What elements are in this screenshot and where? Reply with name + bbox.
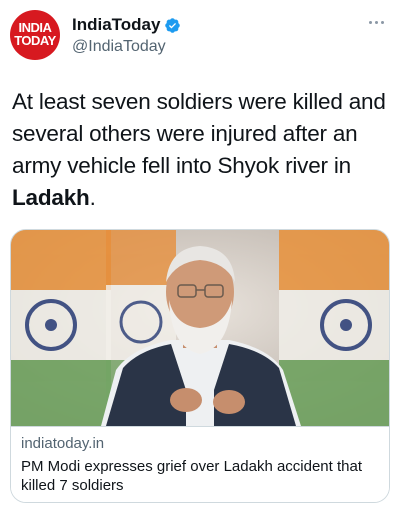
card-meta: indiatoday.in PM Modi expresses grief ov… bbox=[11, 426, 389, 502]
avatar[interactable]: INDIA TODAY bbox=[10, 10, 60, 60]
more-dot bbox=[374, 20, 378, 24]
tweet-text-hashtag-word: Ladakh bbox=[12, 185, 90, 210]
verified-badge-icon bbox=[165, 17, 181, 33]
avatar-logo-line2: TODAY bbox=[14, 33, 56, 48]
more-dot bbox=[368, 20, 372, 24]
card-title[interactable]: PM Modi expresses grief over Ladakh acci… bbox=[21, 457, 381, 495]
flag-right bbox=[279, 230, 389, 426]
card-domain[interactable]: indiatoday.in bbox=[21, 435, 104, 452]
tweet-header: INDIA TODAY IndiaToday @IndiaToday bbox=[10, 10, 390, 66]
tweet-text: At least seven soldiers were killed and … bbox=[12, 86, 388, 214]
display-name[interactable]: IndiaToday bbox=[72, 15, 160, 35]
handle[interactable]: @IndiaToday bbox=[72, 38, 166, 56]
flag-left bbox=[11, 230, 111, 426]
card-photo bbox=[11, 230, 389, 426]
card-image bbox=[11, 230, 389, 426]
more-options-icon[interactable] bbox=[364, 12, 388, 32]
name-row: IndiaToday bbox=[72, 14, 181, 36]
more-dot bbox=[380, 20, 384, 24]
tweet-text-end: . bbox=[89, 185, 96, 210]
link-card[interactable]: indiatoday.in PM Modi expresses grief ov… bbox=[10, 229, 390, 503]
tweet-text-main: At least seven soldiers were killed and … bbox=[12, 89, 386, 178]
tweet[interactable]: INDIA TODAY IndiaToday @IndiaToday At le… bbox=[0, 0, 400, 508]
